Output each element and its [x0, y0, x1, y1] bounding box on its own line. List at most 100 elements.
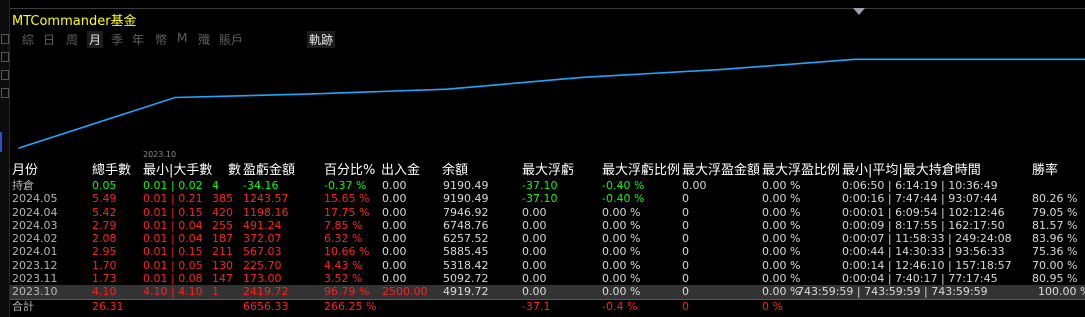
header-month[interactable]: 月份 [12, 162, 38, 179]
cell-mfep: 0.00 % [762, 232, 801, 246]
header-count[interactable]: 數 [228, 162, 241, 179]
tab-magic[interactable]: M [177, 31, 187, 45]
cell-win: 81.57 % [1032, 218, 1078, 232]
table-row[interactable]: 2024.01 2.95 0.01 | 0.15 211 567.03 10.6… [10, 245, 1085, 258]
cell-mfep: 0.00 % [762, 205, 801, 219]
header-max-floating-profit[interactable]: 最大浮盈金額 [682, 162, 760, 179]
table-row[interactable]: 2024.04 5.42 0.01 | 0.15 420 1198.16 17.… [10, 206, 1085, 219]
toolbar-marker-icon[interactable] [1, 34, 9, 44]
cell-mfe: 0 [682, 245, 689, 259]
tab-quarterly[interactable]: 季 [111, 31, 123, 48]
footer-label: 合計 [12, 299, 34, 313]
footer-max-floating-profit-ratio: 0 % [762, 299, 783, 313]
cell-mdd: 0.00 [522, 272, 547, 286]
table-row-open-positions[interactable]: 持倉 0.05 0.01 | 0.02 4 -34.16 -0.37 % 0.0… [10, 179, 1085, 192]
cell-pl: 567.03 [243, 245, 282, 259]
title-bar: MTCommander基金 [10, 8, 1085, 29]
toolbar-marker-icon[interactable] [1, 70, 9, 80]
cell-mfe: 0 [682, 218, 689, 232]
header-max-floating-profit-ratio[interactable]: 最大浮盈比例 [762, 162, 840, 179]
tab-currency[interactable]: 幣 [155, 31, 167, 48]
left-toolbar-strip [0, 0, 10, 317]
header-total-lots[interactable]: 總手數 [92, 162, 131, 179]
header-percent[interactable]: 百分比% [324, 162, 375, 179]
footer-max-floating-profit: 0 [682, 299, 689, 313]
cell-count: 385 [212, 192, 233, 206]
cell-label: 持倉 [12, 179, 34, 192]
cell-mfe: 0 [682, 205, 689, 219]
cell-balance: 6257.52 [443, 232, 489, 246]
cell-win: 70.00 % [1032, 258, 1078, 272]
header-max-drawdown[interactable]: 最大浮虧 [522, 162, 574, 179]
table-row[interactable]: 2023.12 1.70 0.01 | 0.05 130 225.70 4.43… [10, 259, 1085, 272]
blue-accent-line [0, 132, 6, 152]
cell-pct: 6.32 % [324, 232, 363, 246]
cell-mfe: 0 [682, 232, 689, 246]
cell-mdd: -37.10 [522, 179, 558, 192]
equity-line [18, 58, 1085, 149]
cell-mddp: 0.00 % [602, 272, 641, 286]
toolbar-marker-icon[interactable] [1, 52, 9, 62]
header-win-rate[interactable]: 勝率 [1032, 162, 1058, 179]
header-min-max-lots[interactable]: 最小|大手數 [143, 162, 212, 179]
cell-pl: 491.24 [243, 218, 282, 232]
tab-daily[interactable]: 日 [43, 31, 55, 48]
cell-count: 1 [212, 285, 219, 299]
table-row[interactable]: 2024.02 2.08 0.01 | 0.04 187 372.07 6.32… [10, 232, 1085, 245]
equity-point [174, 96, 176, 99]
tab-monthly[interactable]: 月 [87, 31, 104, 48]
cell-pct: 3.52 % [324, 272, 363, 286]
tab-trajectory[interactable]: 軌跡 [307, 31, 336, 48]
tab-summary[interactable]: 綜 [22, 31, 34, 48]
cell-hold: 0:00:09 | 8:17:55 | 162:17:50 [842, 218, 1005, 232]
table-row[interactable]: 2023.11 1.73 0.01 | 0.08 147 173.00 3.52… [10, 272, 1085, 285]
header-balance[interactable]: 余額 [442, 162, 468, 179]
cell-label: 2024.05 [12, 192, 58, 206]
table-row-selected[interactable]: 2023.10 4.10 4.10 | 4.10 1 2419.72 96.79… [10, 285, 1085, 299]
table-row[interactable]: 2024.05 5.49 0.01 | 0.21 385 1243.57 15.… [10, 192, 1085, 205]
cell-lots: 4.10 [92, 285, 117, 299]
tab-account[interactable]: 賬戶 [219, 31, 243, 48]
cell-win: 80.26 % [1032, 192, 1078, 206]
cell-hold: 743:59:59 | 743:59:59 | 743:59:59 [797, 285, 988, 299]
cell-mddp: 0.00 % [602, 232, 641, 246]
equity-point [311, 93, 313, 95]
toolbar-marker-icon[interactable] [1, 88, 9, 98]
header-profit-loss[interactable]: 盈虧金額 [243, 162, 295, 179]
cell-hold: 0:00:01 | 6:09:54 | 102:12:46 [842, 205, 1005, 219]
table-row[interactable]: 2024.03 2.79 0.01 | 0.04 255 491.24 7.85… [10, 219, 1085, 232]
x-tick-label: 2023.10 [143, 150, 177, 159]
cell-label: 2024.04 [12, 205, 58, 219]
header-holding-time[interactable]: 最小|平均|最大持倉時間 [842, 162, 981, 179]
cell-mddp: -0.40 % [602, 192, 645, 206]
window-title: MTCommander基金 [12, 14, 137, 29]
header-deposit-withdraw[interactable]: 出入金 [381, 162, 420, 179]
tab-killed[interactable]: 殲 [198, 31, 210, 48]
cell-io: 0.00 [382, 258, 407, 272]
cell-count: 147 [212, 272, 233, 286]
cell-lots: 5.42 [92, 205, 117, 219]
cell-count: 187 [212, 232, 233, 246]
cell-pl: -34.16 [243, 179, 279, 192]
cell-pct: 17.75 % [324, 205, 370, 219]
cell-pct: 15.65 % [324, 192, 370, 206]
footer-total-pct: 266.25 % [324, 299, 377, 313]
collapse-triangle-icon[interactable] [853, 8, 865, 15]
cell-pct: 96.79 % [324, 285, 370, 299]
cell-io: 2500.00 [382, 285, 428, 299]
cell-mfep: 0.00 % [762, 258, 801, 272]
cell-minmax: 0.01 | 0.04 [143, 232, 203, 246]
header-max-drawdown-ratio[interactable]: 最大浮虧比例 [602, 162, 680, 179]
tab-weekly[interactable]: 周 [66, 31, 78, 48]
cell-pl: 1198.16 [243, 205, 289, 219]
cell-mddp: 0.00 % [602, 218, 641, 232]
tab-yearly[interactable]: 年 [132, 31, 144, 48]
cell-pct: 4.43 % [324, 258, 363, 272]
cell-balance: 7946.92 [443, 205, 489, 219]
footer-max-drawdown: -37.1 [522, 299, 551, 313]
cell-io: 0.00 [382, 232, 407, 246]
cell-mddp: 0.00 % [602, 285, 641, 299]
cell-lots: 1.70 [92, 258, 117, 272]
cell-win: 80.95 % [1032, 272, 1078, 286]
footer-total-lots: 26.31 [92, 299, 124, 313]
